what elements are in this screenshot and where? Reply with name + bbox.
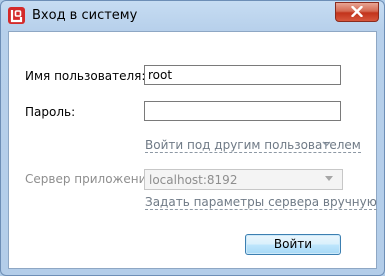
chevron-down-icon[interactable] [322, 141, 331, 147]
close-icon [351, 6, 363, 17]
dropdown-arrow-icon [325, 176, 333, 181]
app-logo-icon [8, 7, 25, 24]
username-input[interactable] [144, 65, 341, 85]
title-bar[interactable]: Вход в систему [1, 1, 384, 31]
server-label: Сервер приложений: [25, 172, 159, 186]
username-label: Имя пользователя: [25, 69, 146, 83]
login-button[interactable]: Войти [245, 234, 341, 255]
server-select-value: localhost:8192 [149, 173, 238, 187]
dialog-body: Имя пользователя: Пароль: Войти под друг… [8, 31, 377, 269]
password-input[interactable] [144, 101, 341, 121]
window-title: Вход в систему [32, 8, 138, 23]
server-select[interactable]: localhost:8192 [144, 169, 343, 190]
login-dialog: Вход в систему Имя пользователя: Пароль:… [0, 0, 385, 276]
password-label: Пароль: [25, 105, 76, 119]
close-button[interactable] [335, 2, 379, 22]
server-manual-link[interactable]: Задать параметры сервера вручную [145, 195, 377, 210]
